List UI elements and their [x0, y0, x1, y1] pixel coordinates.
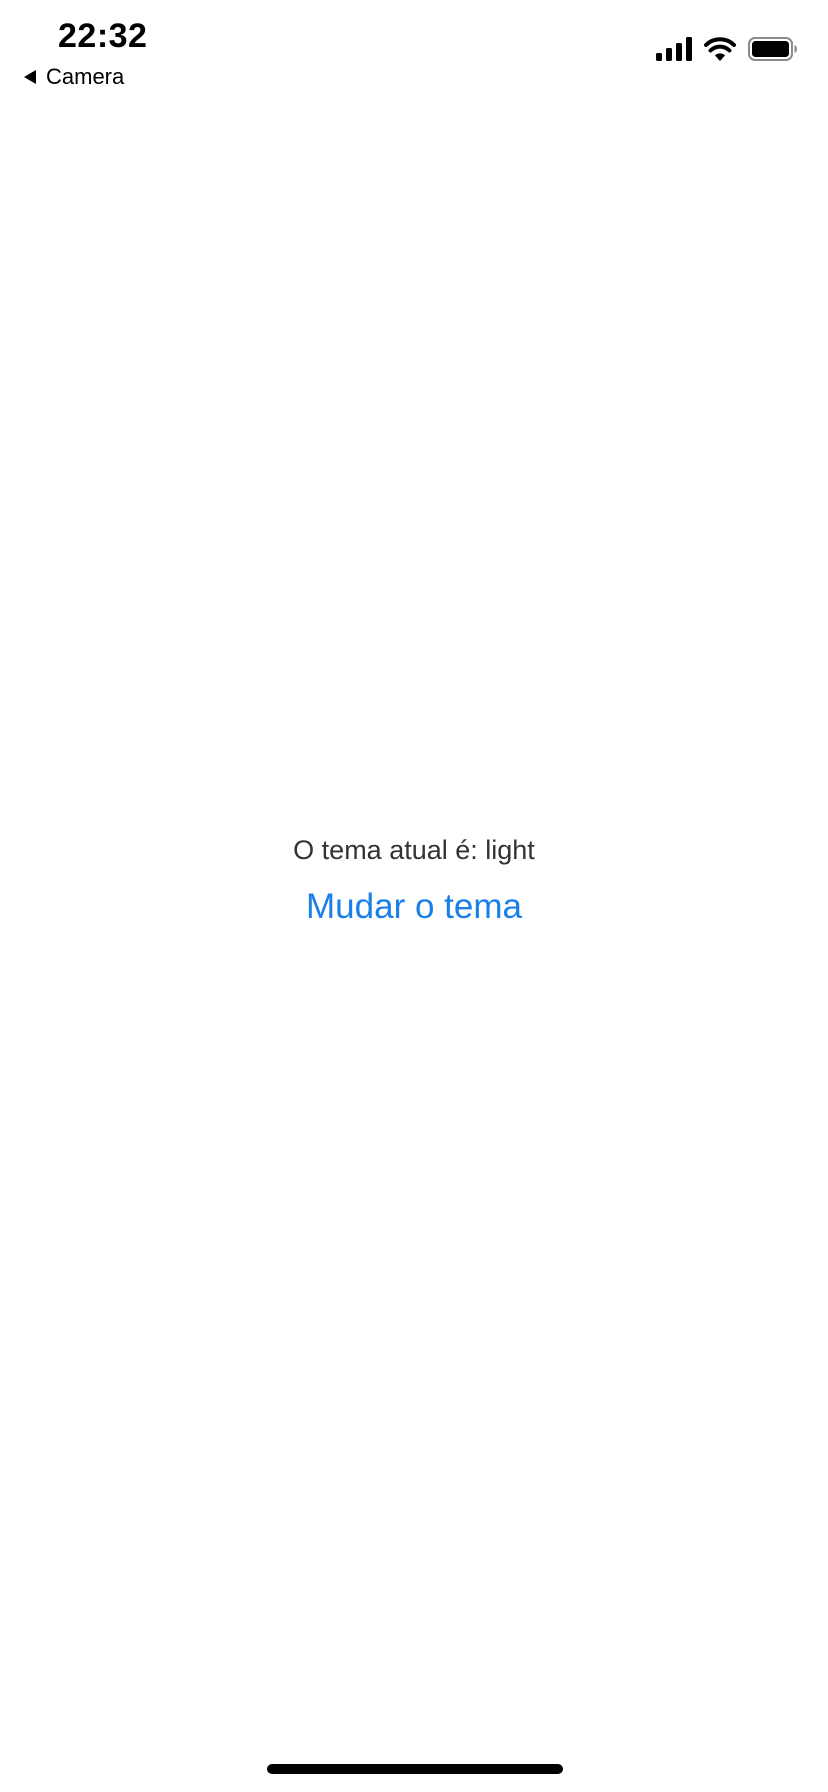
- signal-icon: [656, 37, 692, 61]
- change-theme-button[interactable]: Mudar o tema: [300, 884, 528, 930]
- back-to-app-label: Camera: [46, 64, 125, 89]
- back-to-app-button[interactable]: Camera: [24, 62, 124, 92]
- back-arrow-icon: [24, 70, 36, 84]
- theme-screen: O tema atual é: light Mudar o tema: [0, 830, 828, 930]
- current-theme-label: O tema atual é: light: [293, 835, 535, 865]
- status-icons: [656, 36, 798, 62]
- battery-icon: [748, 37, 797, 61]
- status-bar: 22:32 Camera: [0, 0, 828, 100]
- status-time: 22:32: [58, 17, 148, 55]
- home-indicator[interactable]: [267, 1764, 563, 1774]
- wifi-icon: [704, 37, 736, 61]
